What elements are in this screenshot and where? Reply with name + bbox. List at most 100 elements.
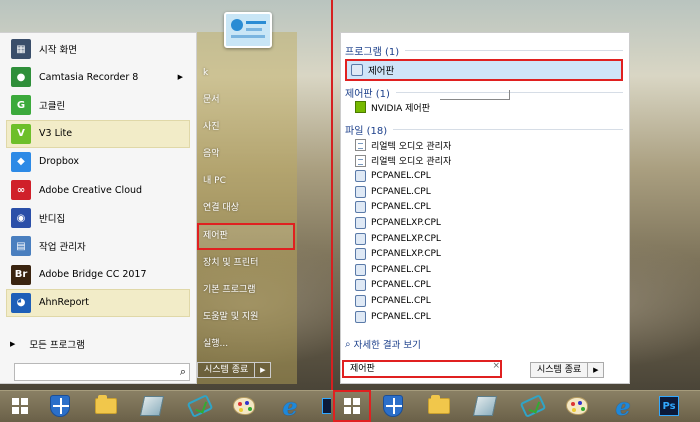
internet-explorer-icon: e — [615, 391, 631, 421]
shutdown-button[interactable]: 시스템 종료 — [197, 362, 256, 378]
photoshop-icon-partial — [322, 398, 331, 414]
start-link-item[interactable]: 제어판 — [197, 222, 295, 250]
app-item-label: AhnReport — [39, 297, 90, 309]
bandizip-icon: ◉ — [11, 208, 31, 229]
file-result[interactable]: PCPANEL.CPL — [355, 263, 431, 277]
start-search-input[interactable]: ⌕ — [14, 363, 190, 381]
taskbar-button[interactable] — [424, 392, 454, 420]
file-result[interactable]: PCPANEL.CPL — [355, 185, 431, 199]
all-programs-button[interactable]: ▶ 모든 프로그램 — [10, 337, 85, 351]
app-item[interactable]: Br Adobe Bridge CC 2017 — [6, 261, 190, 289]
app-item-label: 작업 관리자 — [39, 242, 86, 254]
app-item[interactable]: G 고클린 — [6, 91, 190, 119]
start-link-item[interactable]: k — [203, 60, 295, 87]
start-link-item[interactable]: 음악 — [203, 141, 295, 168]
nvidia-control-panel-result[interactable]: NVIDIA 제어판 — [355, 100, 430, 114]
start-link-item[interactable]: 기본 프로그램 — [203, 277, 295, 304]
cpl-file-icon — [355, 310, 366, 323]
file-result[interactable]: PCPANEL.CPL — [355, 294, 431, 308]
app-list: ▦ 시작 화면 ● Camtasia Recorder 8 ▶ G 고클린 V V3 Lite ◆… — [6, 35, 190, 317]
file-explorer-icon — [95, 395, 117, 414]
user-picture[interactable] — [224, 12, 272, 48]
defender-shield-icon — [50, 395, 70, 417]
app-item-label: Dropbox — [39, 156, 80, 168]
notebook-icon — [472, 396, 498, 416]
app-item-label: Camtasia Recorder 8 — [39, 71, 139, 83]
v3-icon: V — [11, 123, 31, 144]
document-icon — [355, 139, 366, 151]
app-item[interactable]: ◆ Dropbox — [6, 148, 190, 176]
taskbar-button[interactable] — [91, 392, 121, 420]
cpl-file-icon — [355, 232, 366, 245]
taskbar-button[interactable] — [5, 392, 35, 420]
creative-cloud-icon: ∞ — [11, 180, 31, 201]
paint-palette-icon — [566, 397, 588, 415]
dropbox-icon: ◆ — [11, 151, 31, 172]
files-section-header: 파일 (18) — [345, 122, 623, 137]
cpl-file-icon — [355, 185, 366, 198]
paint-palette-icon — [233, 397, 255, 415]
results-search-input[interactable]: 제어판 × — [342, 360, 502, 378]
start-link-item[interactable]: 문서 — [203, 87, 295, 114]
windows-start-icon — [12, 398, 28, 414]
file-result[interactable]: PCPANEL.CPL — [355, 200, 431, 214]
taskbar-button[interactable]: Ps — [654, 392, 684, 420]
taskbar-button[interactable] — [185, 392, 215, 420]
app-item-label: V3 Lite — [39, 128, 73, 140]
start-screen-icon: ▦ — [11, 39, 31, 60]
file-result[interactable]: PCPANEL.CPL — [355, 169, 431, 183]
app-item-label: Adobe Bridge CC 2017 — [39, 269, 147, 281]
taskbar-button[interactable] — [229, 392, 259, 420]
results-shutdown-options-arrow[interactable]: ▶ — [588, 362, 605, 378]
internet-explorer-icon: e — [282, 391, 298, 421]
cpl-file-icon — [355, 217, 366, 229]
taskbar-button[interactable] — [470, 392, 500, 420]
app-item-label: 고클린 — [39, 101, 66, 113]
nvidia-icon — [355, 101, 366, 113]
start-link-item[interactable]: 연결 대상 — [203, 195, 295, 222]
start-link-item[interactable]: 실행... — [203, 331, 295, 358]
start-button-highlight — [333, 390, 371, 422]
notebook-icon — [139, 396, 165, 416]
drawing-tool-icon — [186, 394, 214, 418]
file-result[interactable]: 리얼텍 오디오 관리자 — [355, 138, 451, 152]
file-result[interactable]: 리얼텍 오디오 관리자 — [355, 154, 451, 168]
callout-connector — [440, 90, 510, 100]
app-item[interactable]: ▤ 작업 관리자 — [6, 232, 190, 260]
see-more-results-link[interactable]: ⌕ 자세한 결과 보기 — [345, 337, 421, 352]
app-item[interactable]: ◉ 반디집 — [6, 204, 190, 232]
app-item[interactable]: ∞ Adobe Creative Cloud — [6, 176, 190, 204]
app-item[interactable]: ▦ 시작 화면 — [6, 35, 190, 63]
search-icon: ⌕ — [179, 365, 186, 378]
file-result[interactable]: PCPANELXP.CPL — [355, 247, 441, 261]
file-result[interactable]: PCPANELXP.CPL — [355, 216, 441, 230]
results-shutdown-button[interactable]: 시스템 종료 — [530, 362, 589, 378]
search-icon: ⌕ — [345, 338, 351, 350]
taskbar-button[interactable] — [378, 392, 408, 420]
drawing-tool-icon — [519, 394, 547, 418]
results-shutdown-group: 시스템 종료 ▶ — [530, 362, 605, 378]
goclean-icon: G — [11, 95, 31, 116]
programs-section-header: 프로그램 (1) — [345, 43, 623, 58]
submenu-arrow-icon[interactable]: ▶ — [178, 73, 183, 81]
taskbar-button[interactable]: e — [608, 391, 638, 421]
start-link-item[interactable]: 도움말 및 지원 — [203, 304, 295, 331]
app-item[interactable]: ◕ AhnReport — [6, 288, 190, 317]
file-result[interactable]: PCPANEL.CPL — [355, 278, 431, 292]
clear-search-icon[interactable]: × — [492, 359, 500, 373]
start-link-item[interactable]: 내 PC — [203, 168, 295, 195]
start-link-item[interactable]: 사진 — [203, 114, 295, 141]
taskbar-button[interactable] — [562, 392, 592, 420]
taskbar-button[interactable] — [137, 392, 167, 420]
taskbar-button[interactable]: e — [275, 391, 305, 421]
file-result[interactable]: PCPANELXP.CPL — [355, 232, 441, 246]
file-explorer-icon — [428, 395, 450, 414]
taskbar-button[interactable] — [518, 392, 548, 420]
shutdown-options-arrow[interactable]: ▶ — [255, 362, 272, 378]
app-item[interactable]: ● Camtasia Recorder 8 ▶ — [6, 63, 190, 91]
adobe-bridge-icon: Br — [11, 264, 31, 285]
taskbar-button[interactable] — [45, 392, 75, 420]
start-link-item[interactable]: 장치 및 프린터 — [203, 250, 295, 277]
app-item[interactable]: V V3 Lite — [6, 119, 190, 148]
file-result[interactable]: PCPANEL.CPL — [355, 310, 431, 324]
